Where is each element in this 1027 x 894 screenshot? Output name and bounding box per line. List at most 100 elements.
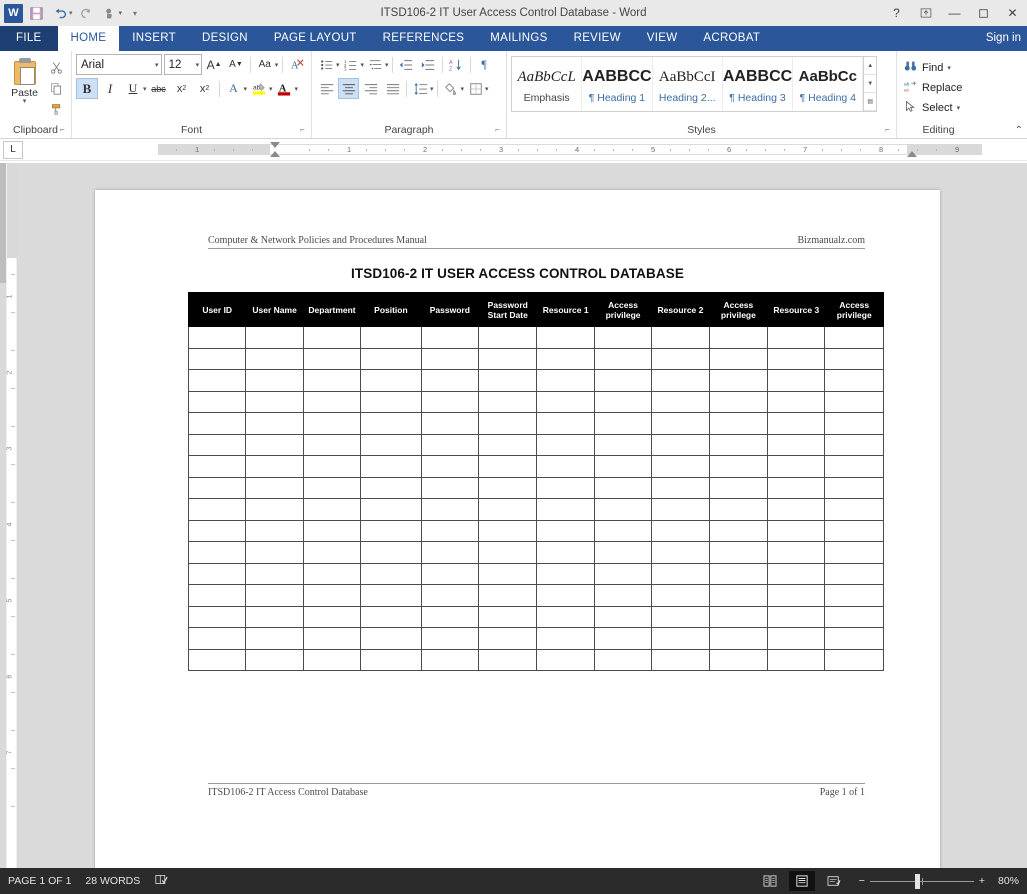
tab-acrobat[interactable]: ACROBAT (690, 26, 773, 51)
table-cell[interactable] (360, 648, 422, 671)
table-cell[interactable] (651, 541, 710, 564)
table-cell[interactable] (593, 326, 653, 349)
styles-gallery-scrollbar[interactable]: ▲ ▼ ▤ (863, 57, 876, 111)
table-cell[interactable] (245, 627, 304, 650)
table-cell[interactable] (536, 433, 595, 456)
table-cell[interactable] (536, 498, 595, 521)
table-cell[interactable] (420, 369, 480, 392)
table-cell[interactable] (767, 433, 826, 456)
table-cell[interactable] (651, 455, 710, 478)
table-cell[interactable] (187, 519, 247, 542)
table-cell[interactable] (536, 412, 595, 435)
table-cell[interactable] (420, 390, 480, 413)
table-cell[interactable] (708, 584, 769, 607)
table-cell[interactable] (360, 455, 422, 478)
table-cell[interactable] (593, 476, 653, 499)
table-cell[interactable] (478, 498, 538, 521)
table-cell[interactable] (536, 476, 595, 499)
table-cell[interactable] (360, 519, 422, 542)
multilevel-list-caret-icon[interactable]: ▾ (385, 61, 389, 69)
table-cell[interactable] (420, 347, 480, 370)
table-row[interactable] (187, 498, 884, 521)
paragraph-dialog-launcher[interactable]: ⌐ (492, 124, 503, 135)
table-cell[interactable] (593, 584, 653, 607)
table-cell[interactable] (767, 627, 826, 650)
table-cell[interactable] (824, 562, 884, 585)
table-row[interactable] (187, 390, 884, 413)
table-cell[interactable] (360, 627, 422, 650)
table-cell[interactable] (245, 584, 304, 607)
table-cell[interactable] (187, 541, 247, 564)
table-cell[interactable] (708, 390, 769, 413)
table-cell[interactable] (478, 433, 538, 456)
tab-insert[interactable]: INSERT (119, 26, 189, 51)
table-cell[interactable] (245, 455, 304, 478)
bullets-caret-icon[interactable]: ▾ (336, 61, 340, 69)
right-indent-marker[interactable] (907, 151, 917, 157)
table-cell[interactable] (360, 347, 422, 370)
subscript-button[interactable]: x2 (171, 78, 193, 99)
horizontal-ruler[interactable]: 1 1 2 3 4 5 6 7 8 9 (66, 142, 982, 157)
minimize-button[interactable]: — (940, 0, 969, 26)
read-mode-button[interactable] (757, 871, 783, 891)
table-cell[interactable] (478, 519, 538, 542)
borders-button[interactable] (465, 78, 486, 99)
document-page[interactable]: Computer & Network Policies and Procedur… (95, 190, 940, 870)
table-cell[interactable] (824, 605, 884, 628)
table-cell[interactable] (708, 627, 769, 650)
superscript-button[interactable]: x2 (194, 78, 216, 99)
table-cell[interactable] (593, 347, 653, 370)
table-cell[interactable] (245, 412, 304, 435)
table-cell[interactable] (360, 326, 422, 349)
table-cell[interactable] (767, 584, 826, 607)
table-row[interactable] (187, 627, 884, 650)
table-cell[interactable] (245, 433, 304, 456)
change-case-button[interactable]: Aa (255, 54, 275, 75)
table-row[interactable] (187, 412, 884, 435)
table-cell[interactable] (651, 476, 710, 499)
cut-icon[interactable] (45, 57, 67, 77)
print-layout-button[interactable] (788, 871, 815, 891)
table-cell[interactable] (187, 562, 247, 585)
table-cell[interactable] (478, 648, 538, 671)
zoom-slider[interactable]: − + (859, 873, 985, 889)
table-cell[interactable] (651, 390, 710, 413)
table-cell[interactable] (651, 347, 710, 370)
table-cell[interactable] (245, 519, 304, 542)
numbering-caret-icon[interactable]: ▾ (361, 61, 365, 69)
table-row[interactable] (187, 584, 884, 607)
table-cell[interactable] (767, 605, 826, 628)
table-cell[interactable] (536, 519, 595, 542)
font-name-caret-icon[interactable]: ▾ (155, 61, 159, 69)
table-row[interactable] (187, 455, 884, 478)
table-cell[interactable] (593, 627, 653, 650)
styles-dialog-launcher[interactable]: ⌐ (882, 124, 893, 135)
table-cell[interactable] (536, 541, 595, 564)
table-cell[interactable] (536, 648, 595, 671)
grow-font-button[interactable]: A ▲ (204, 54, 224, 75)
table-row[interactable] (187, 369, 884, 392)
table-cell[interactable] (420, 476, 480, 499)
table-cell[interactable] (536, 562, 595, 585)
table-cell[interactable] (420, 541, 480, 564)
table-cell[interactable] (478, 627, 538, 650)
table-cell[interactable] (302, 584, 362, 607)
tab-page-layout[interactable]: PAGE LAYOUT (261, 26, 370, 51)
table-cell[interactable] (302, 412, 362, 435)
numbering-button[interactable]: 123 (341, 54, 362, 75)
font-color-caret-icon[interactable]: ▾ (295, 85, 299, 93)
first-line-indent-marker[interactable] (270, 142, 280, 148)
align-right-button[interactable] (360, 78, 381, 99)
table-cell[interactable] (824, 433, 884, 456)
table-cell[interactable] (536, 584, 595, 607)
find-caret-icon[interactable]: ▾ (947, 64, 951, 72)
table-cell[interactable] (651, 605, 710, 628)
table-cell[interactable] (536, 347, 595, 370)
table-cell[interactable] (708, 326, 769, 349)
table-cell[interactable] (651, 412, 710, 435)
borders-caret-icon[interactable]: ▾ (485, 85, 489, 93)
table-cell[interactable] (478, 326, 538, 349)
tab-stop-selector[interactable]: L (3, 140, 23, 159)
close-button[interactable]: ✕ (998, 0, 1027, 26)
table-cell[interactable] (708, 412, 769, 435)
